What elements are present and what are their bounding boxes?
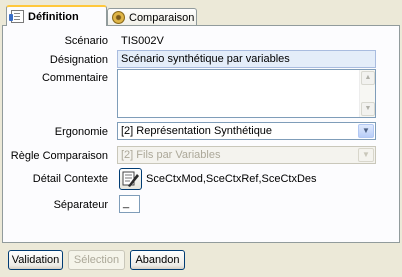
designation-label: Désignation (49, 54, 108, 66)
tab-comparaison[interactable]: Comparaison (107, 8, 197, 26)
selection-button[interactable]: Sélection (68, 250, 125, 270)
scroll-up-icon[interactable]: ▲ (361, 71, 375, 85)
separateur-input[interactable]: _ (119, 195, 140, 213)
abandon-button[interactable]: Abandon (130, 250, 185, 270)
ergonomie-label: Ergonomie (54, 126, 108, 138)
commentaire-label: Commentaire (41, 72, 108, 84)
context-picker-button[interactable] (119, 168, 142, 190)
tab-definition[interactable]: Définition (6, 5, 107, 26)
ergonomie-select[interactable]: [2] Représentation Synthétique ▼ (117, 122, 376, 140)
chevron-down-icon[interactable]: ▼ (358, 148, 374, 162)
scenario-label: Scénario (64, 35, 108, 47)
separateur-label: Séparateur (53, 199, 108, 211)
commentaire-value (118, 70, 375, 74)
designation-value: Scénario synthétique par variables (121, 53, 290, 65)
tab-comparaison-label: Comparaison (129, 11, 195, 24)
tab-definition-label: Définition (28, 10, 79, 23)
commentaire-scrollbar[interactable]: ▲ ▼ (359, 70, 375, 117)
regle-comparaison-label: Règle Comparaison (10, 150, 108, 162)
chevron-down-icon[interactable]: ▼ (358, 124, 374, 138)
detail-contexte-label: Détail Contexte (32, 173, 108, 185)
scenario-value: TIS002V (121, 35, 164, 47)
designation-field[interactable]: Scénario synthétique par variables (117, 50, 376, 68)
commentaire-textarea[interactable]: ▲ ▼ (117, 69, 376, 118)
detail-contexte-value: SceCtxMod,SceCtxRef,SceCtxDes (146, 173, 317, 185)
pencil-edit-icon (122, 171, 139, 187)
comparison-icon (112, 11, 125, 24)
document-icon (9, 10, 24, 23)
regle-comparaison-select[interactable]: [2] Fils par Variables ▼ (117, 146, 376, 164)
ergonomie-value: [2] Représentation Synthétique (121, 125, 273, 137)
scroll-down-icon[interactable]: ▼ (361, 102, 375, 116)
separateur-value: _ (123, 197, 130, 209)
regle-comparaison-value: [2] Fils par Variables (121, 149, 221, 161)
validation-button[interactable]: Validation (8, 250, 63, 270)
